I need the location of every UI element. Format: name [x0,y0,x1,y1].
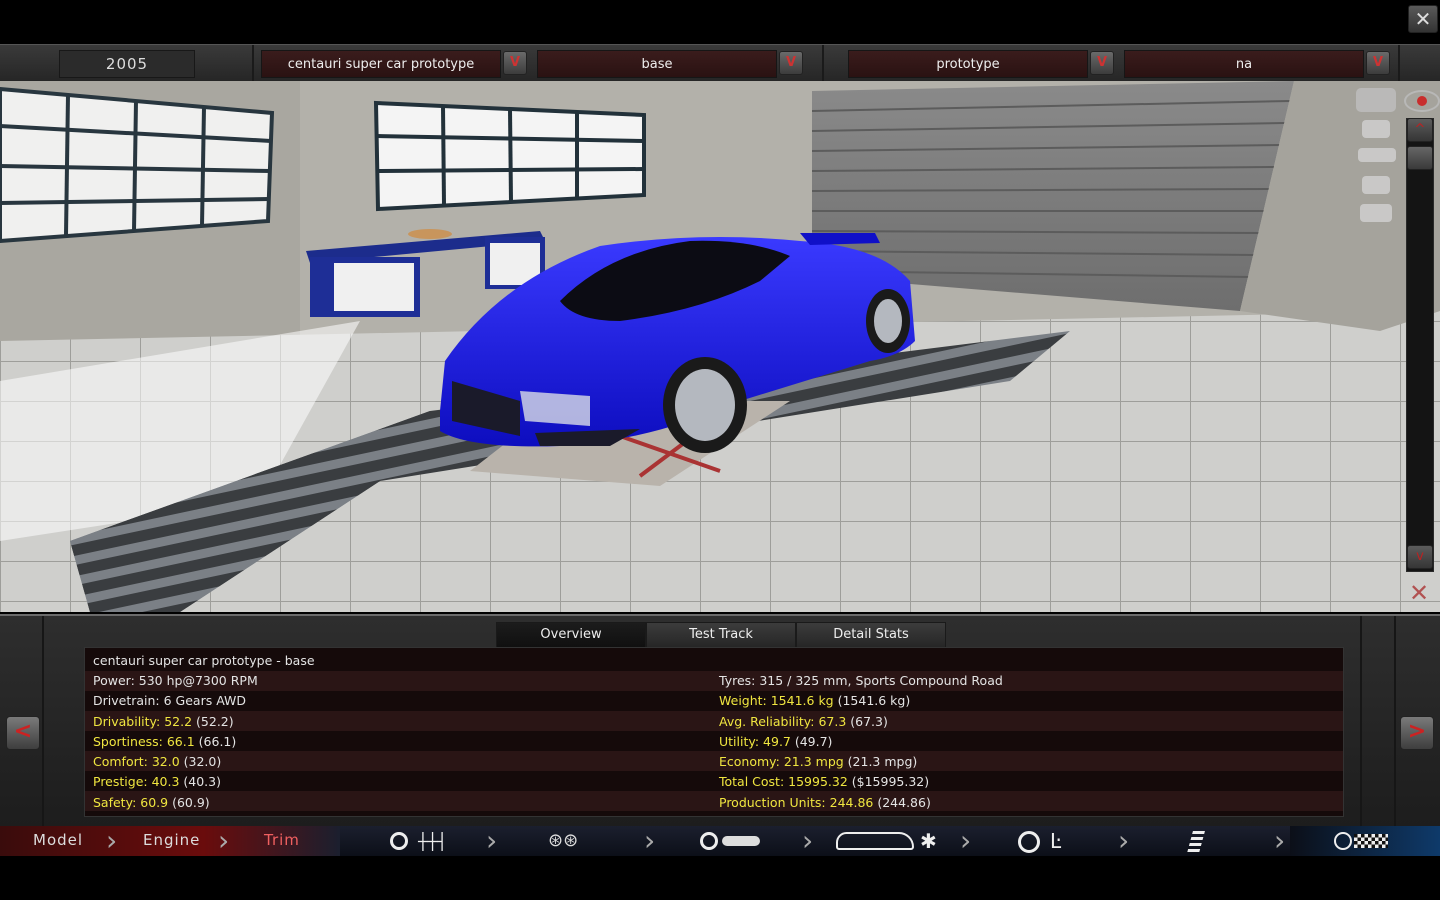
garage-viewport[interactable] [0,81,1440,612]
camera-icon[interactable] [1356,88,1396,112]
top-view-icon[interactable] [1360,204,1392,222]
car-title: centauri super car prototype - base [93,653,315,668]
suspension-icon[interactable] [1187,831,1205,853]
stat-economy: Economy: 21.3 mpg (21.3 mpg) [719,754,918,769]
chevron-right-icon: › [106,824,118,857]
divider [822,45,824,81]
tyre-icon[interactable] [700,832,718,850]
stat-comfort: Comfort: 32.0 (32.0) [93,754,222,769]
type-dropdown[interactable]: prototype [848,50,1088,78]
chevron-right-icon: › [802,824,814,857]
tab-detail-stats[interactable]: Detail Stats [796,622,946,648]
model-dropdown-button[interactable]: V [503,51,527,75]
variant-dropdown-button[interactable]: V [1366,51,1390,75]
chevron-right-icon: › [1274,824,1286,857]
stat-utility: Utility: 49.7 (49.7) [719,734,833,749]
stat-power: Power: 530 hp@7300 RPM [93,673,258,688]
nav-engine[interactable]: Engine [143,826,200,856]
scroll-up-button[interactable]: ^ [1407,118,1433,142]
fan-icon[interactable]: ✱ [920,830,937,852]
stat-drivability: Drivability: 52.2 (52.2) [93,714,234,729]
next-car-button[interactable]: > [1400,716,1434,750]
steering-wheel-icon[interactable] [1018,831,1040,853]
tab-test-track[interactable]: Test Track [646,622,796,648]
divider [1398,45,1400,81]
close-button[interactable]: ✕ [1408,5,1438,33]
gearbox-icon[interactable] [390,832,408,850]
scroll-down-button[interactable]: v [1407,545,1433,569]
front-view-icon[interactable] [1362,120,1390,138]
year-display: 2005 [59,50,195,78]
stat-tyres: Tyres: 315 / 325 mm, Sports Compound Roa… [719,673,1003,688]
divider [252,45,254,81]
prev-car-button[interactable]: < [6,716,40,750]
trim-dropdown[interactable]: base [537,50,777,78]
nav-trim[interactable]: Trim [264,826,300,856]
checkered-flag-icon[interactable] [1354,834,1388,848]
nav-model[interactable]: Model [33,826,83,856]
wheels-icon[interactable]: ⊛⊛ [548,832,578,850]
chevron-right-icon: › [1118,824,1130,857]
rear-view-icon[interactable] [1362,176,1390,194]
stat-weight: Weight: 1541.6 kg (1541.6 kg) [719,693,911,708]
reset-view-icon[interactable]: ✕ [1404,580,1434,606]
scroll-thumb[interactable] [1407,146,1433,170]
overview-stats: centauri super car prototype - base Powe… [84,647,1344,817]
top-bar: 2005 centauri super car prototype V base… [0,44,1440,82]
type-dropdown-button[interactable]: V [1090,51,1114,75]
design-step-nav: Model › Engine › Trim ┼┼┤ › ⊛⊛ › › ✱ › Ŀ… [0,826,1440,856]
tab-overview[interactable]: Overview [496,622,646,649]
stat-total-cost: Total Cost: 15995.32 ($15995.32) [719,774,930,789]
stat-production-units: Production Units: 244.86 (244.86) [719,795,931,810]
chevron-right-icon: › [644,824,656,857]
chevron-right-icon: › [486,824,498,857]
stat-sportiness: Sportiness: 66.1 (66.1) [93,734,237,749]
stat-reliability: Avg. Reliability: 67.3 (67.3) [719,714,888,729]
chevron-right-icon: › [960,824,972,857]
variant-dropdown[interactable]: na [1124,50,1364,78]
model-dropdown[interactable]: centauri super car prototype [261,50,501,78]
stat-drivetrain: Drivetrain: 6 Gears AWD [93,693,247,708]
stopwatch-icon[interactable] [1334,832,1352,850]
left-window [0,86,275,244]
eye-record-icon[interactable] [1404,90,1440,112]
garage-scene [0,81,1440,612]
shifter-icon[interactable]: ┼┼┤ [418,834,447,850]
aero-car-icon[interactable] [836,832,914,850]
stat-safety: Safety: 60.9 (60.9) [93,795,210,810]
zoom-scrollbar[interactable] [1406,118,1434,572]
right-window [373,100,646,212]
stat-prestige: Prestige: 40.3 (40.3) [93,774,221,789]
seat-icon[interactable]: Ŀ [1050,830,1061,852]
chevron-right-icon: › [218,824,230,857]
side-view-icon[interactable] [1358,148,1396,162]
body-icon[interactable] [722,836,760,846]
trim-dropdown-button[interactable]: V [779,51,803,75]
